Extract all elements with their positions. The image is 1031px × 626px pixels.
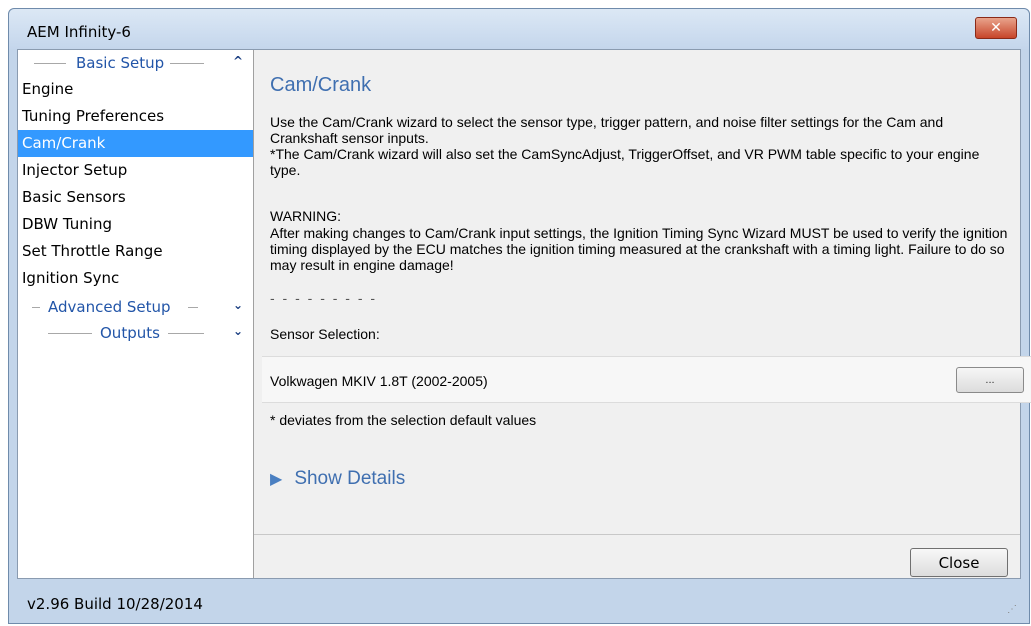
divider-line (48, 333, 92, 334)
chevron-up-icon[interactable]: ^ (233, 54, 243, 68)
divider-line (32, 307, 40, 308)
status-bar: v2.96 Build 10/28/2014 ⋰ (17, 587, 1021, 619)
divider-line (170, 63, 204, 64)
sidebar-item-set-throttle-range[interactable]: Set Throttle Range (18, 238, 253, 265)
deviates-note: * deviates from the selection default va… (270, 412, 537, 428)
app-window: AEM Infinity-6 ✕ Basic Setup ^ Engine Tu… (8, 8, 1031, 624)
page-title: Cam/Crank (270, 74, 372, 96)
description: Use the Cam/Crank wizard to select the s… (270, 114, 1010, 178)
sidebar: Basic Setup ^ Engine Tuning Preferences … (18, 50, 254, 578)
window-close-button[interactable]: ✕ (975, 17, 1017, 39)
warning-title: WARNING: (270, 208, 342, 224)
sidebar-item-injector-setup[interactable]: Injector Setup (18, 157, 253, 184)
sidebar-item-ignition-sync[interactable]: Ignition Sync (18, 265, 253, 292)
show-details-label[interactable]: Show Details (294, 468, 405, 489)
description-text: Use the Cam/Crank wizard to select the s… (270, 114, 944, 146)
divider-line (34, 63, 66, 64)
sidebar-item-dbw-tuning[interactable]: DBW Tuning (18, 211, 253, 238)
sensor-selection-label: Sensor Selection: (270, 326, 380, 342)
show-details-toggle[interactable]: ▶ Show Details (270, 468, 405, 490)
title-bar[interactable]: AEM Infinity-6 ✕ (9, 9, 1029, 49)
description-note: *The Cam/Crank wizard will also set the … (270, 146, 980, 178)
section-label: Advanced Setup (48, 298, 171, 316)
divider-line (188, 307, 198, 308)
chevron-down-icon[interactable]: ⌄ (233, 298, 243, 312)
close-button[interactable]: Close (910, 548, 1008, 577)
section-label: Outputs (100, 324, 160, 342)
client-area: Basic Setup ^ Engine Tuning Preferences … (17, 49, 1031, 579)
section-outputs[interactable]: Outputs ⌄ (18, 320, 253, 346)
sidebar-item-cam-crank[interactable]: Cam/Crank (18, 130, 253, 157)
main-content: Cam/Crank Use the Cam/Crank wizard to se… (254, 50, 1031, 534)
version-label: v2.96 Build 10/28/2014 (27, 595, 203, 613)
sensor-value: Volkwagen MKIV 1.8T (2002-2005) (270, 373, 488, 389)
sensor-selection-row: Volkwagen MKIV 1.8T (2002-2005) ... (262, 356, 1031, 403)
window-title: AEM Infinity-6 (27, 23, 131, 41)
resize-grip-icon[interactable]: ⋰ (1007, 604, 1017, 615)
section-basic-setup[interactable]: Basic Setup ^ (18, 50, 253, 76)
divider-line (168, 333, 204, 334)
browse-button[interactable]: ... (956, 367, 1024, 393)
sidebar-item-basic-sensors[interactable]: Basic Sensors (18, 184, 253, 211)
footer-divider (254, 534, 1020, 535)
dashed-separator: - - - - - - - - - (270, 290, 378, 306)
sidebar-item-engine[interactable]: Engine (18, 76, 253, 103)
section-label: Basic Setup (76, 54, 165, 72)
section-advanced-setup[interactable]: Advanced Setup ⌄ (18, 294, 253, 320)
warning-body: After making changes to Cam/Crank input … (270, 225, 1008, 273)
expand-triangle-icon[interactable]: ▶ (270, 471, 282, 488)
sidebar-item-tuning-preferences[interactable]: Tuning Preferences (18, 103, 253, 130)
chevron-down-icon[interactable]: ⌄ (233, 324, 243, 338)
